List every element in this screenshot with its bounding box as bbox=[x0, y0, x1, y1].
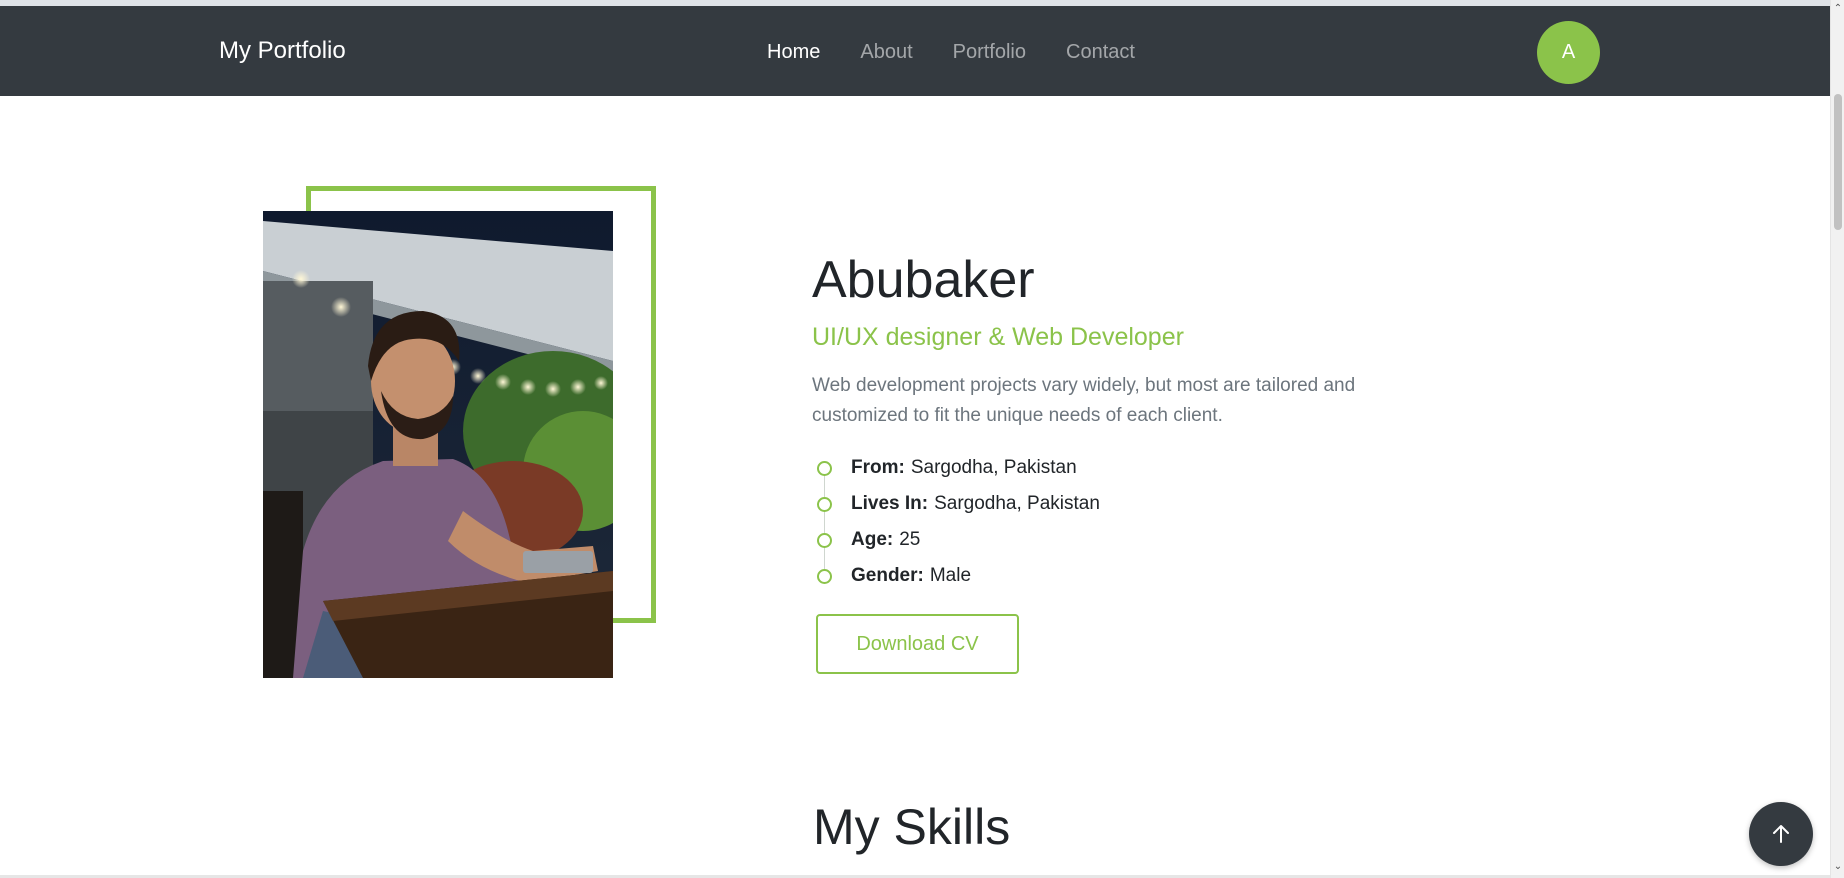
arrow-up-icon bbox=[1773, 825, 1789, 843]
skills-title: My Skills bbox=[813, 799, 1011, 855]
back-to-top-button[interactable] bbox=[1749, 802, 1813, 866]
avatar[interactable]: A bbox=[1537, 21, 1600, 84]
detail-value: Sargodha, Pakistan bbox=[910, 457, 1077, 478]
detail-age: Age: 25 bbox=[812, 522, 1100, 558]
circle-outline-icon bbox=[817, 532, 832, 548]
circle-outline-icon bbox=[817, 460, 832, 476]
brand-link[interactable]: My Portfolio bbox=[219, 36, 346, 66]
nav-links: Home About Portfolio Contact bbox=[767, 39, 1135, 65]
scrollbar-thumb[interactable] bbox=[1834, 94, 1842, 230]
detail-from: From: Sargodha, Pakistan bbox=[812, 450, 1100, 486]
profile-name: Abubaker bbox=[812, 251, 1035, 309]
nav-link-about[interactable]: About bbox=[860, 39, 912, 65]
scroll-down-icon[interactable]: ⌄ bbox=[1833, 862, 1843, 872]
detail-lives-in: Lives In: Sargodha, Pakistan bbox=[812, 486, 1100, 522]
circle-outline-icon bbox=[817, 496, 832, 512]
detail-gender: Gender: Male bbox=[812, 558, 1100, 594]
profile-role: UI/UX designer & Web Developer bbox=[812, 323, 1184, 351]
profile-details: From: Sargodha, Pakistan Lives In: Sargo… bbox=[812, 450, 1100, 594]
scroll-up-icon[interactable]: ⌃ bbox=[1833, 4, 1843, 14]
download-cv-button[interactable]: Download CV bbox=[816, 614, 1019, 674]
navbar: My Portfolio Home About Portfolio Contac… bbox=[0, 6, 1830, 96]
profile-bio: Web development projects vary widely, bu… bbox=[812, 375, 1356, 426]
detail-value: Sargodha, Pakistan bbox=[934, 493, 1100, 514]
circle-outline-icon bbox=[817, 568, 832, 584]
detail-value: Male bbox=[929, 565, 972, 586]
nav-link-contact[interactable]: Contact bbox=[1066, 39, 1135, 65]
profile-photo bbox=[263, 211, 613, 678]
detail-label: From: bbox=[851, 457, 905, 478]
detail-label: Lives In: bbox=[851, 493, 929, 514]
page: My Portfolio Home About Portfolio Contac… bbox=[0, 0, 1844, 878]
detail-label: Gender: bbox=[851, 565, 924, 586]
nav-link-home[interactable]: Home bbox=[767, 39, 820, 65]
nav-link-portfolio[interactable]: Portfolio bbox=[953, 39, 1026, 65]
detail-value: 25 bbox=[899, 529, 921, 550]
detail-label: Age: bbox=[851, 529, 894, 550]
vertical-scrollbar[interactable]: ⌃ ⌄ bbox=[1830, 0, 1844, 878]
